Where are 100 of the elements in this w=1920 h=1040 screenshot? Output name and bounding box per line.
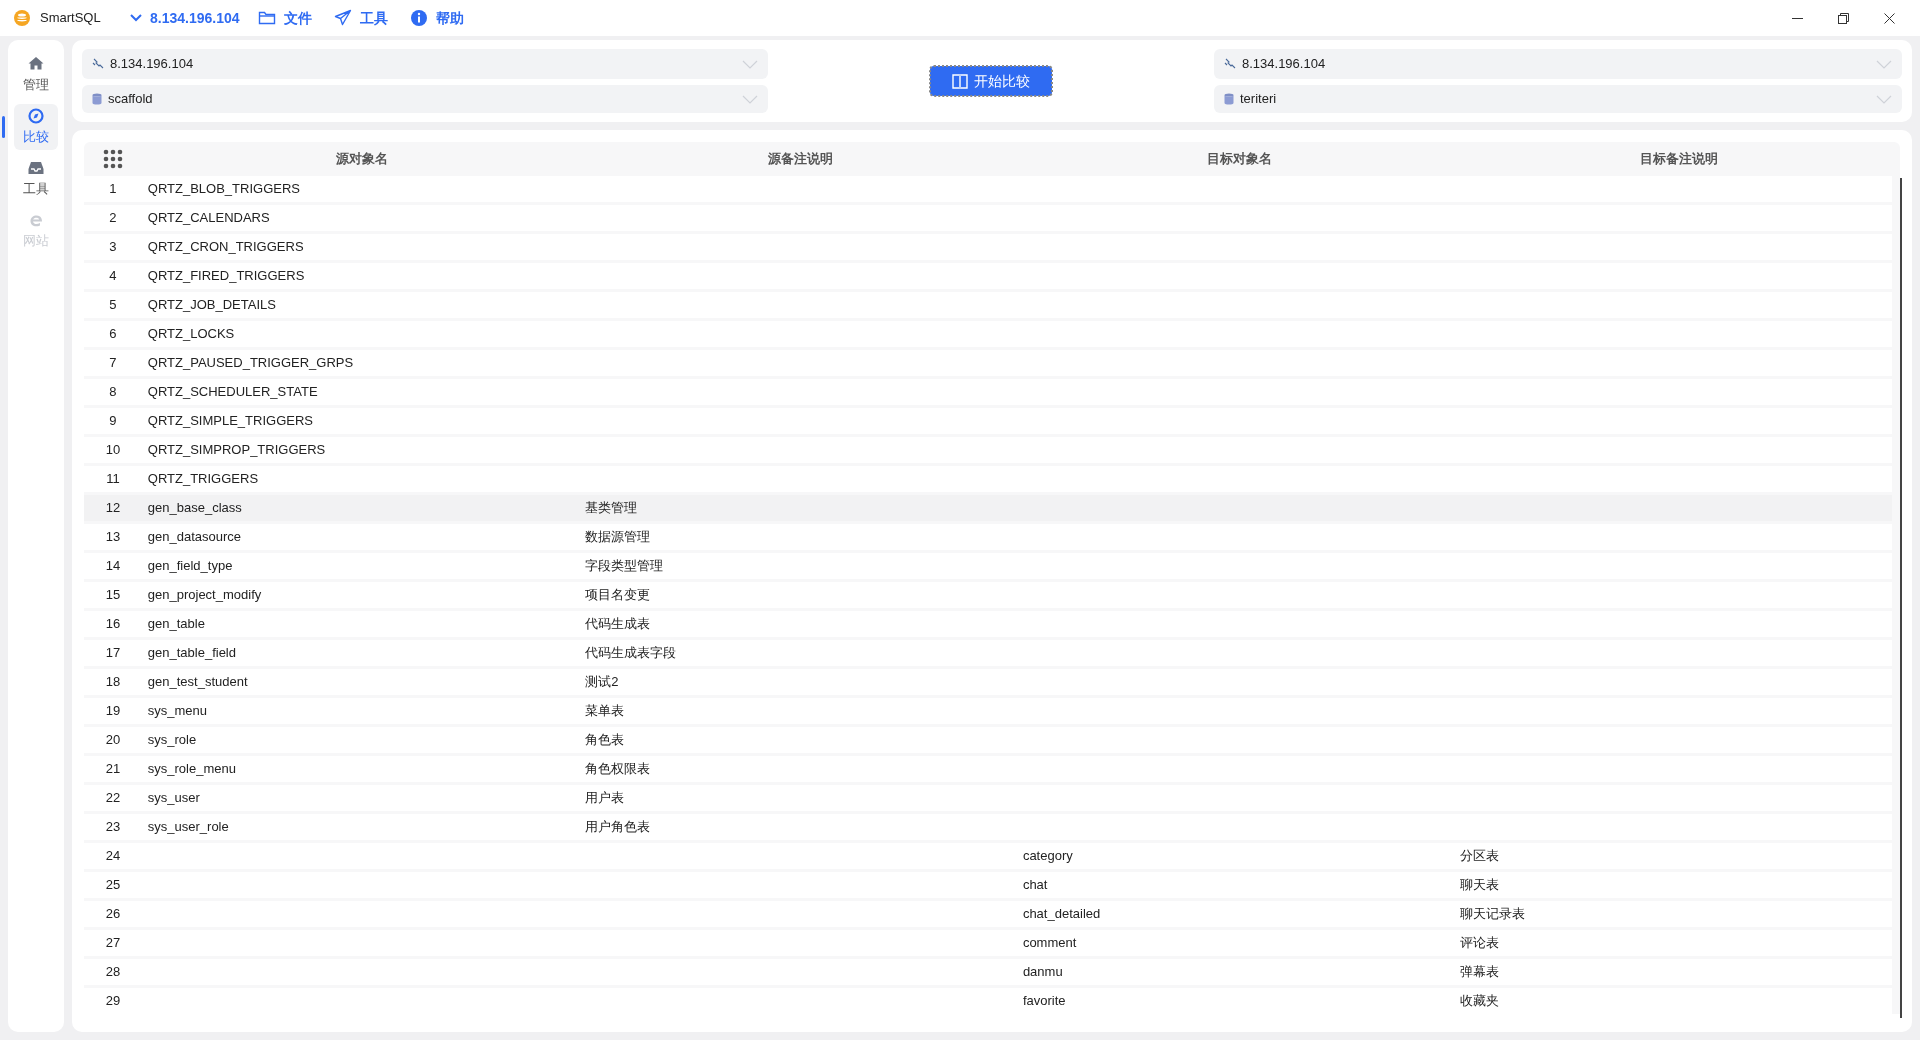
column-header[interactable]: 源备注说明 xyxy=(768,149,833,169)
table-row[interactable]: 26 chat_detailed 聊天记录表 xyxy=(84,901,1892,927)
table-cell: 项目名变更 xyxy=(585,587,651,603)
table-row[interactable]: 20 sys_role 角色表 xyxy=(84,727,1892,753)
table-row[interactable]: 3 QRTZ_CRON_TRIGGERS xyxy=(84,234,1892,260)
table-row[interactable]: 28 danmu 弹幕表 xyxy=(84,959,1892,985)
table-cell: 用户角色表 xyxy=(585,819,651,835)
table-cell: sys_menu xyxy=(147,703,208,719)
menu-item[interactable]: 工具 xyxy=(333,7,388,29)
table-cell: 数据源管理 xyxy=(585,529,651,545)
table-row[interactable]: 7 QRTZ_PAUSED_TRIGGER_GRPS xyxy=(84,350,1892,376)
row-number: 22 xyxy=(104,789,122,808)
table-cell: chat xyxy=(1022,877,1048,893)
table-cell: QRTZ_SCHEDULER_STATE xyxy=(147,384,318,400)
connection-dropdown[interactable]: 8.134.196.104 xyxy=(130,7,240,29)
row-number: 13 xyxy=(104,528,122,547)
table-row[interactable]: 10 QRTZ_SIMPROP_TRIGGERS xyxy=(84,437,1892,463)
sidebar-item[interactable]: 工具 xyxy=(14,156,58,202)
table-row[interactable]: 21 sys_role_menu 角色权限表 xyxy=(84,756,1892,782)
table-row[interactable]: 16 gen_table 代码生成表 xyxy=(84,611,1892,637)
table-cell: gen_test_student xyxy=(147,674,248,690)
selection-indicator xyxy=(2,116,5,138)
grid-menu-icon[interactable] xyxy=(103,149,123,169)
table-row[interactable]: 19 sys_menu 菜单表 xyxy=(84,698,1892,724)
table-cell: chat_detailed xyxy=(1022,906,1101,922)
menu-item[interactable]: 帮助 xyxy=(409,7,464,29)
row-number: 26 xyxy=(104,905,122,924)
table-row[interactable]: 9 QRTZ_SIMPLE_TRIGGERS xyxy=(84,408,1892,434)
row-number: 12 xyxy=(104,499,122,518)
table-row[interactable]: 8 QRTZ_SCHEDULER_STATE xyxy=(84,379,1892,405)
table-cell: 测试2 xyxy=(585,674,619,690)
table-cell: QRTZ_CALENDARS xyxy=(147,210,270,226)
row-number: 29 xyxy=(104,992,122,1011)
table-row[interactable]: 18 gen_test_student 测试2 xyxy=(84,669,1892,695)
table-cell: QRTZ_LOCKS xyxy=(147,326,235,342)
table-row[interactable]: 11 QRTZ_TRIGGERS xyxy=(84,466,1892,492)
table-row[interactable]: 15 gen_project_modify 项目名变更 xyxy=(84,582,1892,608)
row-number: 2 xyxy=(108,209,118,228)
table-row[interactable]: 25 chat 聊天表 xyxy=(84,872,1892,898)
table-row[interactable]: 12 gen_base_class 基类管理 xyxy=(84,495,1892,521)
dropdown-chevron-icon xyxy=(742,94,758,104)
database-select[interactable]: scaffold xyxy=(82,85,768,113)
table-cell: 菜单表 xyxy=(585,703,625,719)
table-row[interactable]: 23 sys_user_role 用户角色表 xyxy=(84,814,1892,840)
row-number: 24 xyxy=(104,847,122,866)
start-compare-button[interactable]: 开始比较 xyxy=(930,66,1052,96)
table-row[interactable]: 29 favorite 收藏夹 xyxy=(84,988,1892,1014)
row-number: 5 xyxy=(108,296,118,315)
table-cell: 基类管理 xyxy=(585,500,638,516)
connection-select[interactable]: 8.134.196.104 xyxy=(82,49,768,79)
table-cell: gen_table xyxy=(147,616,205,632)
table-cell: QRTZ_SIMPROP_TRIGGERS xyxy=(147,442,326,458)
column-header[interactable]: 目标备注说明 xyxy=(1639,149,1718,169)
table-row[interactable]: 2 QRTZ_CALENDARS xyxy=(84,205,1892,231)
database-icon xyxy=(92,93,102,105)
table-row[interactable]: 1 QRTZ_BLOB_TRIGGERS xyxy=(84,176,1892,202)
row-number: 7 xyxy=(108,354,118,373)
app-title: SmartSQL xyxy=(40,9,102,28)
table-row[interactable]: 5 QRTZ_JOB_DETAILS xyxy=(84,292,1892,318)
row-number: 4 xyxy=(108,267,118,286)
table-cell: 聊天记录表 xyxy=(1460,906,1526,922)
dropdown-chevron-icon xyxy=(742,59,758,69)
table-row[interactable]: 24 category 分区表 xyxy=(84,843,1892,869)
info-icon xyxy=(409,9,428,27)
table-cell: sys_user_role xyxy=(147,819,229,835)
table-cell: sys_role xyxy=(147,732,197,748)
table-cell: favorite xyxy=(1022,993,1066,1009)
app-logo-icon xyxy=(14,10,30,26)
row-number: 25 xyxy=(104,876,122,895)
table-row[interactable]: 4 QRTZ_FIRED_TRIGGERS xyxy=(84,263,1892,289)
row-number: 20 xyxy=(104,731,122,750)
table-cell: sys_role_menu xyxy=(147,761,236,777)
sidebar-item[interactable]: 管理 xyxy=(14,52,58,98)
compass-icon xyxy=(28,107,44,124)
scrollbar[interactable] xyxy=(1900,178,1902,1018)
table-row[interactable]: 6 QRTZ_LOCKS xyxy=(84,321,1892,347)
row-number: 18 xyxy=(104,673,122,692)
row-number: 10 xyxy=(104,441,122,460)
column-header[interactable]: 源对象名 xyxy=(335,149,388,169)
menu-item[interactable]: 文件 xyxy=(257,7,312,29)
table-cell: category xyxy=(1022,848,1073,864)
table-row[interactable]: 17 gen_table_field 代码生成表字段 xyxy=(84,640,1892,666)
table-cell: 评论表 xyxy=(1460,935,1500,951)
dropdown-chevron-icon xyxy=(1876,94,1892,104)
home-icon xyxy=(28,55,44,72)
table-cell: 代码生成表 xyxy=(585,616,651,632)
connection-select[interactable]: 8.134.196.104 xyxy=(1214,49,1902,79)
table-row[interactable]: 13 gen_datasource 数据源管理 xyxy=(84,524,1892,550)
database-select[interactable]: teriteri xyxy=(1214,85,1902,113)
table-cell: sys_user xyxy=(147,790,200,806)
table-row[interactable]: 14 gen_field_type 字段类型管理 xyxy=(84,553,1892,579)
close-icon xyxy=(1883,12,1895,24)
row-number: 16 xyxy=(104,615,122,634)
table-cell: QRTZ_PAUSED_TRIGGER_GRPS xyxy=(147,355,354,371)
row-number: 17 xyxy=(104,644,122,663)
table-row[interactable]: 27 comment 评论表 xyxy=(84,930,1892,956)
row-number: 14 xyxy=(104,557,122,576)
column-header[interactable]: 目标对象名 xyxy=(1207,149,1272,169)
row-number: 15 xyxy=(104,586,122,605)
table-row[interactable]: 22 sys_user 用户表 xyxy=(84,785,1892,811)
